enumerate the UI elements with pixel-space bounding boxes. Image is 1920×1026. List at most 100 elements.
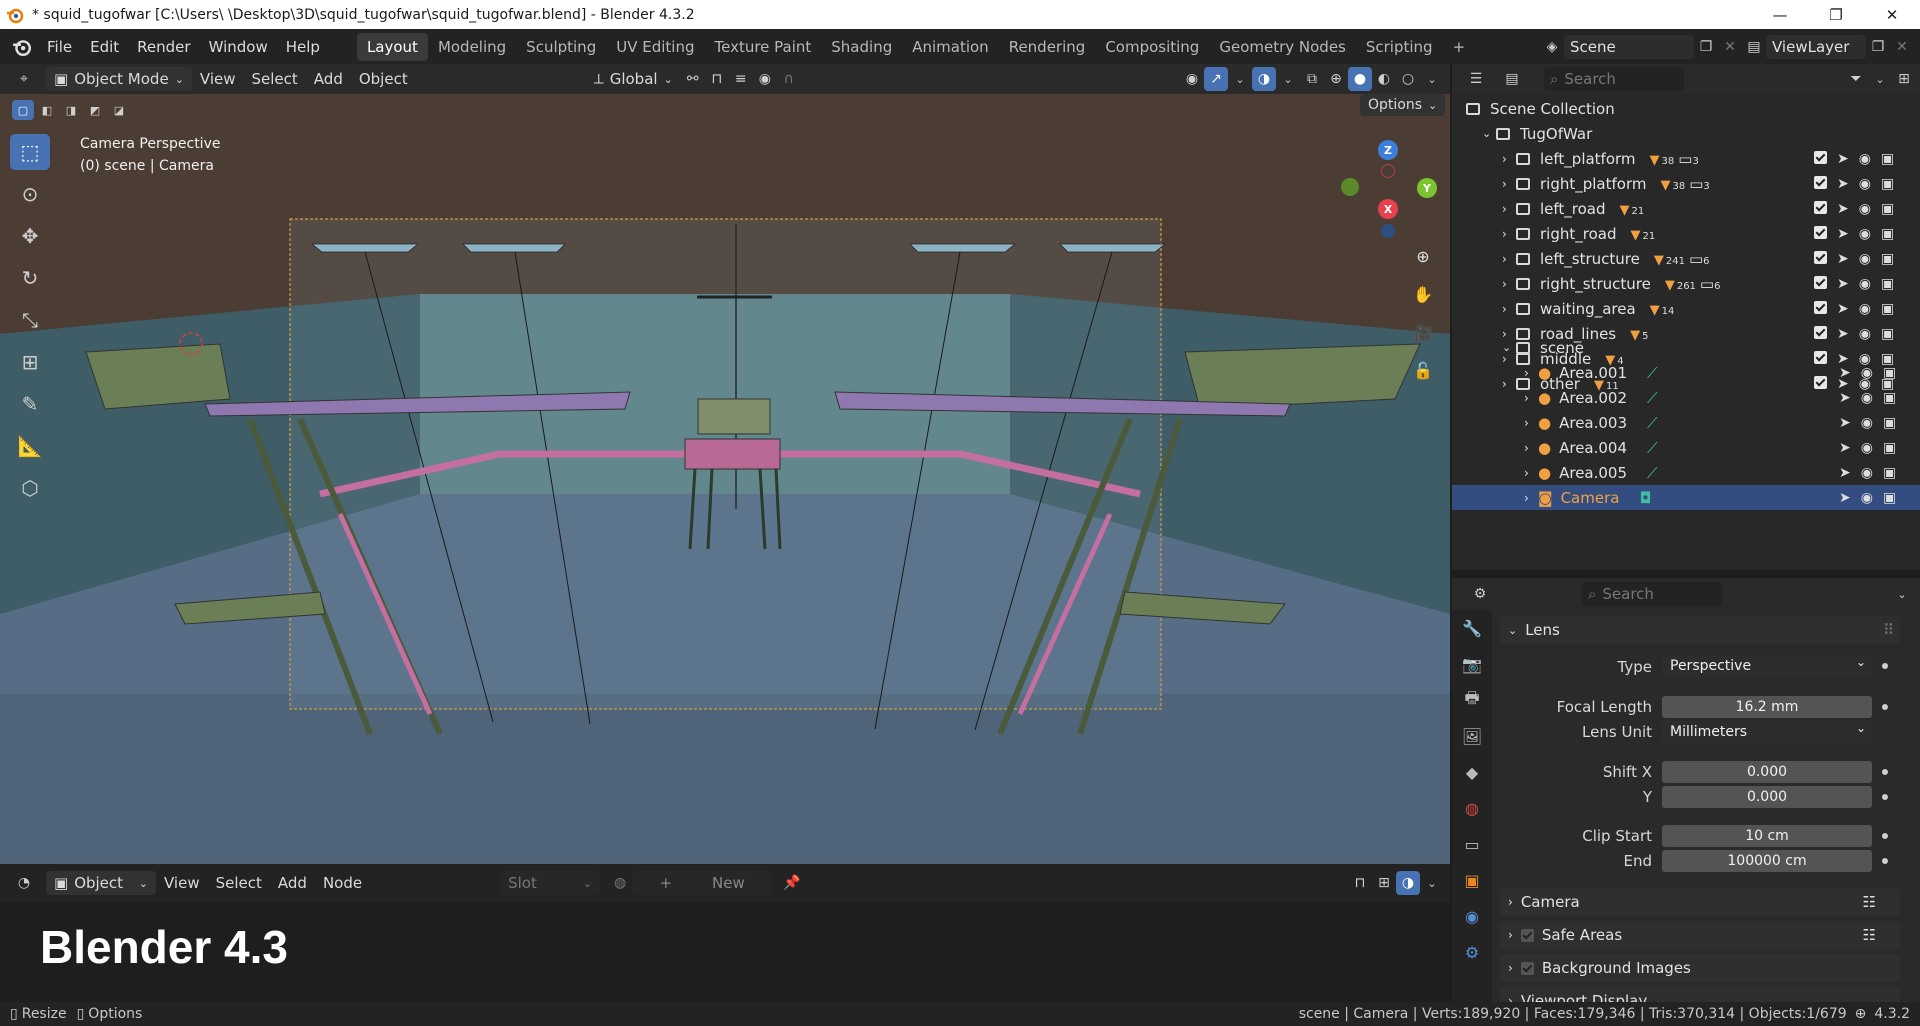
- gizmo-x-axis[interactable]: X: [1378, 199, 1398, 219]
- snap-icon[interactable]: ⊓: [705, 67, 729, 91]
- light-data-icon[interactable]: ⟋: [1647, 464, 1658, 482]
- render-tab-icon[interactable]: 📷: [1452, 646, 1492, 682]
- constraints-tab-icon[interactable]: ⚙: [1452, 934, 1492, 970]
- render-camera-icon[interactable]: ▣: [1881, 201, 1894, 217]
- delete-scene-icon[interactable]: ✕: [1718, 35, 1742, 59]
- gizmo-z-axis[interactable]: Z: [1378, 140, 1398, 160]
- selectable-arrow-icon[interactable]: ➤: [1837, 276, 1849, 292]
- select-new-icon[interactable]: ▢: [12, 100, 34, 120]
- selectable-arrow-icon[interactable]: ➤: [1837, 201, 1849, 217]
- shader-menu-select[interactable]: Select: [208, 871, 270, 895]
- rendered-shading-icon[interactable]: ○: [1396, 67, 1420, 91]
- solid-shading-icon[interactable]: ●: [1348, 67, 1372, 91]
- select-subtract-icon[interactable]: ◨: [60, 100, 82, 120]
- eye-icon[interactable]: ◉: [1859, 201, 1871, 217]
- output-tab-icon[interactable]: 🖶: [1452, 682, 1492, 718]
- keyframe-dot-icon[interactable]: [1882, 663, 1888, 669]
- object-row-area-002[interactable]: › ● Area.002 ⟋ ➤ ◉ ▣: [1452, 385, 1920, 410]
- lens-unit-dropdown[interactable]: Millimeters: [1662, 721, 1872, 743]
- object-row-area-004[interactable]: › ● Area.004 ⟋ ➤ ◉ ▣: [1452, 435, 1920, 460]
- tab-layout[interactable]: Layout: [356, 32, 428, 61]
- editor-type-icon[interactable]: ⌖: [12, 67, 36, 91]
- shader-menu-add[interactable]: Add: [270, 871, 315, 895]
- eye-icon[interactable]: ◉: [1859, 176, 1871, 192]
- safe-areas-checkbox[interactable]: [1520, 928, 1534, 942]
- eye-icon[interactable]: ◉: [1859, 226, 1871, 242]
- drag-handle-icon[interactable]: ⠿: [1883, 621, 1894, 639]
- menu-window[interactable]: Window: [200, 38, 277, 56]
- pan-hand-icon[interactable]: ✋: [1407, 278, 1439, 310]
- selectable-arrow-icon[interactable]: ➤: [1837, 301, 1849, 317]
- shading-dropdown-icon[interactable]: ⌄: [1420, 67, 1444, 91]
- object-row-area-005[interactable]: › ● Area.005 ⟋ ➤ ◉ ▣: [1452, 460, 1920, 485]
- shader-type-dropdown[interactable]: ▣ Object ⌄: [46, 871, 156, 895]
- wireframe-shading-icon[interactable]: ⊕: [1324, 67, 1348, 91]
- object-row-area-001[interactable]: › ● Area.001 ⟋ ➤ ◉ ▣: [1452, 360, 1920, 385]
- render-camera-icon[interactable]: ▣: [1881, 251, 1894, 267]
- add-workspace-button[interactable]: +: [1443, 33, 1476, 61]
- eye-icon[interactable]: ◉: [1861, 490, 1873, 506]
- move-tool-icon[interactable]: ✥: [10, 218, 50, 254]
- keyframe-dot-icon[interactable]: [1882, 704, 1888, 710]
- shift-y-field[interactable]: 0.000: [1662, 786, 1872, 808]
- tab-compositing[interactable]: Compositing: [1095, 33, 1209, 61]
- collection-row-right-structure[interactable]: › right_structure ▼ 261 ▭6 ➤ ◉ ▣: [1452, 271, 1920, 296]
- display-mode-icon[interactable]: ▤: [1500, 67, 1524, 91]
- visibility-icon[interactable]: ◉: [1180, 67, 1204, 91]
- transform-orientation-dropdown[interactable]: ⟂ Global ⌄: [586, 67, 681, 91]
- measure-tool-icon[interactable]: 📐: [10, 428, 50, 464]
- snap-target-icon[interactable]: ≡: [729, 67, 753, 91]
- lock-icon[interactable]: 🔓: [1407, 354, 1439, 386]
- menu-render[interactable]: Render: [128, 38, 199, 56]
- selectable-arrow-icon[interactable]: ➤: [1839, 440, 1851, 456]
- maximize-button[interactable]: ❐: [1808, 0, 1864, 29]
- outliner-editor-icon[interactable]: ☰: [1464, 67, 1488, 91]
- focal-length-field[interactable]: 16.2 mm: [1662, 696, 1872, 718]
- list-icon[interactable]: ☷: [1863, 926, 1876, 944]
- collection-row-waiting-area[interactable]: › waiting_area ▼ 14 ➤ ◉ ▣: [1452, 296, 1920, 321]
- add-cube-tool-icon[interactable]: ⬡: [10, 470, 50, 506]
- gizmo-neg-z-axis[interactable]: [1381, 224, 1395, 238]
- selectable-arrow-icon[interactable]: ➤: [1839, 465, 1851, 481]
- list-icon[interactable]: ☷: [1863, 893, 1876, 911]
- gizmo-neg-y-axis[interactable]: [1341, 178, 1359, 196]
- outliner-search-input[interactable]: ⌕ Search: [1544, 67, 1684, 91]
- render-camera-icon[interactable]: ▣: [1883, 365, 1896, 381]
- selectable-arrow-icon[interactable]: ➤: [1839, 490, 1851, 506]
- menu-object[interactable]: Object: [351, 67, 416, 91]
- safe-areas-panel-header[interactable]: › Safe Areas ☷: [1500, 921, 1900, 949]
- proportional-edit-icon[interactable]: ◉: [753, 67, 777, 91]
- menu-view[interactable]: View: [192, 67, 244, 91]
- material-shading-icon[interactable]: ◐: [1372, 67, 1396, 91]
- light-data-icon[interactable]: ⟋: [1647, 439, 1658, 457]
- new-view-layer-icon[interactable]: ❐: [1866, 35, 1890, 59]
- collection-tab-icon[interactable]: ▭: [1452, 826, 1492, 862]
- snap-node-icon[interactable]: ⊓: [1348, 871, 1372, 895]
- blender-menu-icon[interactable]: [12, 37, 32, 57]
- properties-search-input[interactable]: ⌕ Search: [1582, 582, 1722, 606]
- transform-tool-icon[interactable]: ⊞: [10, 344, 50, 380]
- light-data-icon[interactable]: ⟋: [1647, 364, 1658, 382]
- eye-icon[interactable]: ◉: [1859, 151, 1871, 167]
- world-tab-icon[interactable]: ◍: [1452, 790, 1492, 826]
- collection-row-left-platform[interactable]: › left_platform ▼ 38 ▭3 ➤ ◉ ▣: [1452, 146, 1920, 171]
- gizmo-neg-x-axis[interactable]: [1381, 164, 1395, 178]
- pin-icon[interactable]: 📌: [780, 871, 804, 895]
- options-button[interactable]: Options ⌄: [1360, 94, 1446, 116]
- shift-x-field[interactable]: 0.000: [1662, 761, 1872, 783]
- background-images-panel-header[interactable]: › Background Images: [1500, 954, 1900, 982]
- xray-icon[interactable]: ⧉: [1300, 67, 1324, 91]
- keyframe-dot-icon[interactable]: [1882, 833, 1888, 839]
- new-material-button[interactable]: + New: [632, 871, 773, 895]
- collection-row-right-platform[interactable]: › right_platform ▼ 38 ▭3 ➤ ◉ ▣: [1452, 171, 1920, 196]
- select-intersect-icon[interactable]: ◪: [108, 100, 130, 120]
- keyframe-dot-icon[interactable]: [1882, 769, 1888, 775]
- collection-row-right-road[interactable]: › right_road ▼ 21 ➤ ◉ ▣: [1452, 221, 1920, 246]
- select-invert-icon[interactable]: ◩: [84, 100, 106, 120]
- node-overlay-dropdown-icon[interactable]: ⌄: [1420, 871, 1444, 895]
- snap-node-target-icon[interactable]: ⊞: [1372, 871, 1396, 895]
- selectable-arrow-icon[interactable]: ➤: [1837, 176, 1849, 192]
- render-camera-icon[interactable]: ▣: [1881, 226, 1894, 242]
- object-row-area-003[interactable]: › ● Area.003 ⟋ ➤ ◉ ▣: [1452, 410, 1920, 435]
- clip-start-field[interactable]: 10 cm: [1662, 825, 1872, 847]
